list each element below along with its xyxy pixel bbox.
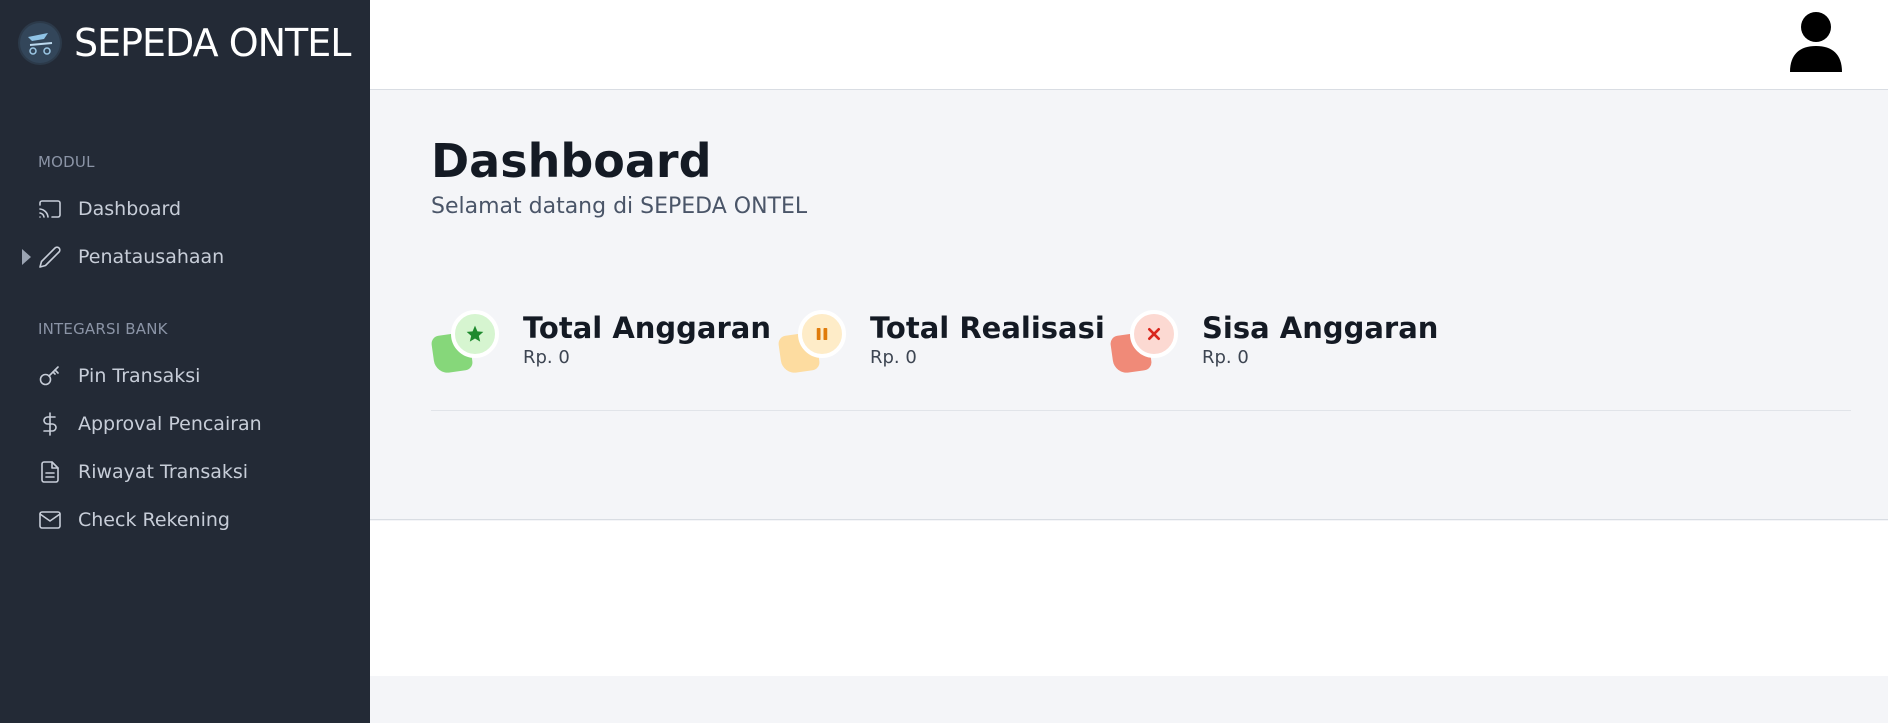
- page-footer-area: [370, 676, 1888, 723]
- stat-label: Total Anggaran: [523, 311, 772, 345]
- cast-icon: [38, 197, 62, 221]
- main-content: Dashboard Selamat datang di SEPEDA ONTEL…: [370, 90, 1888, 520]
- sidebar-item-label: Penatausahaan: [78, 246, 225, 268]
- stat-card-sisa-anggaran: Sisa Anggaran Rp. 0: [1109, 306, 1439, 376]
- sidebar-item-penatausahaan[interactable]: Penatausahaan: [38, 240, 224, 274]
- page-title: Dashboard: [431, 134, 712, 188]
- stat-card-total-realisasi: Total Realisasi Rp. 0: [777, 306, 1105, 376]
- key-icon: [38, 364, 62, 388]
- stat-label: Total Realisasi: [870, 311, 1105, 345]
- expand-caret-icon[interactable]: [22, 249, 31, 265]
- divider: [431, 410, 1851, 411]
- pencil-icon: [38, 245, 62, 269]
- mail-icon: [38, 508, 62, 532]
- document-icon: [38, 460, 62, 484]
- page-subtitle: Selamat datang di SEPEDA ONTEL: [431, 194, 808, 219]
- section-label-modul: MODUL: [38, 153, 95, 171]
- section-label-integrasi-bank: INTEGARSI BANK: [38, 320, 168, 338]
- sidebar-item-label: Approval Pencairan: [78, 413, 262, 435]
- content-panel: [370, 521, 1888, 676]
- stat-value: Rp. 0: [870, 347, 917, 368]
- user-avatar-icon[interactable]: [1788, 10, 1844, 74]
- stat-card-total-anggaran: Total Anggaran Rp. 0: [430, 306, 772, 376]
- sidebar-item-label: Riwayat Transaksi: [78, 461, 249, 483]
- bicycle-logo-icon: [18, 21, 62, 65]
- sidebar-item-approval-pencairan[interactable]: Approval Pencairan: [38, 407, 262, 441]
- brand-title: SEPEDA ONTEL: [74, 21, 351, 65]
- close-icon: [1130, 310, 1178, 358]
- pause-icon: [798, 310, 846, 358]
- sidebar-item-dashboard[interactable]: Dashboard: [38, 192, 181, 226]
- stat-value: Rp. 0: [1202, 347, 1249, 368]
- sidebar-item-riwayat-transaksi[interactable]: Riwayat Transaksi: [38, 455, 248, 489]
- sidebar: SEPEDA ONTEL MODUL Dashboard Penatausaha…: [0, 0, 370, 723]
- stat-label: Sisa Anggaran: [1202, 311, 1439, 345]
- dollar-icon: [38, 412, 62, 436]
- stat-value: Rp. 0: [523, 347, 570, 368]
- sidebar-item-label: Dashboard: [78, 198, 182, 220]
- sidebar-item-label: Check Rekening: [78, 509, 230, 531]
- sidebar-item-label: Pin Transaksi: [78, 365, 201, 387]
- sidebar-item-pin-transaksi[interactable]: Pin Transaksi: [38, 359, 200, 393]
- brand[interactable]: SEPEDA ONTEL: [18, 18, 351, 68]
- star-icon: [451, 310, 499, 358]
- sidebar-item-check-rekening[interactable]: Check Rekening: [38, 503, 230, 537]
- topbar: [370, 0, 1888, 90]
